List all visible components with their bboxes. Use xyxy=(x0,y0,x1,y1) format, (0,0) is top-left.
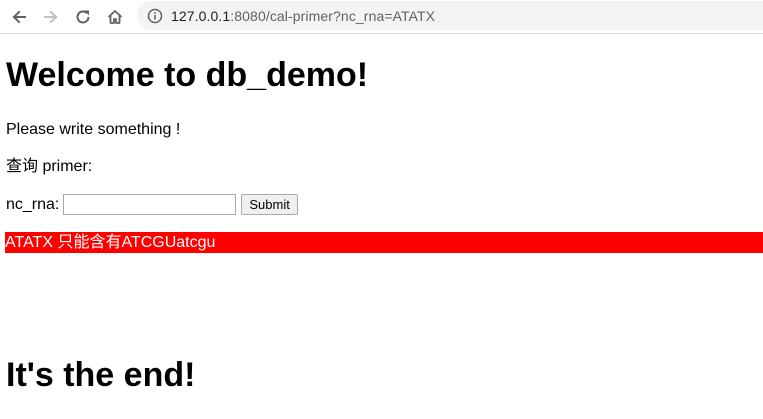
forward-button[interactable] xyxy=(39,5,63,29)
url-host: 127.0.0.1 xyxy=(171,7,231,24)
address-bar[interactable]: 127.0.0.1:8080/cal-primer?nc_rna=ATATX xyxy=(137,1,763,30)
back-arrow-icon xyxy=(12,10,26,24)
url-path: :8080/cal-primer?nc_rna=ATATX xyxy=(230,7,436,24)
query-label: 查询 primer: xyxy=(6,158,93,175)
submit-button[interactable]: Submit xyxy=(241,194,298,215)
nc-rna-input[interactable] xyxy=(63,194,237,215)
page-title: Welcome to db_demo! xyxy=(6,56,369,94)
home-button[interactable] xyxy=(103,5,127,29)
home-icon xyxy=(107,10,123,24)
reload-button[interactable] xyxy=(71,5,95,29)
url-text[interactable]: 127.0.0.1:8080/cal-primer?nc_rna=ATATX xyxy=(171,8,435,24)
info-icon[interactable] xyxy=(147,8,163,24)
error-message: ATATX 只能含有ATCGUatcgu xyxy=(5,232,763,253)
reload-icon xyxy=(76,10,90,24)
nc-rna-label: nc_rna: xyxy=(6,195,60,213)
intro-text: Please write something ! xyxy=(6,121,181,138)
primer-form: nc_rna: Submit xyxy=(6,194,298,215)
forward-arrow-icon xyxy=(44,10,58,24)
back-button[interactable] xyxy=(7,5,31,29)
footer-title: It's the end! xyxy=(6,356,196,394)
browser-toolbar: 127.0.0.1:8080/cal-primer?nc_rna=ATATX xyxy=(0,0,763,34)
